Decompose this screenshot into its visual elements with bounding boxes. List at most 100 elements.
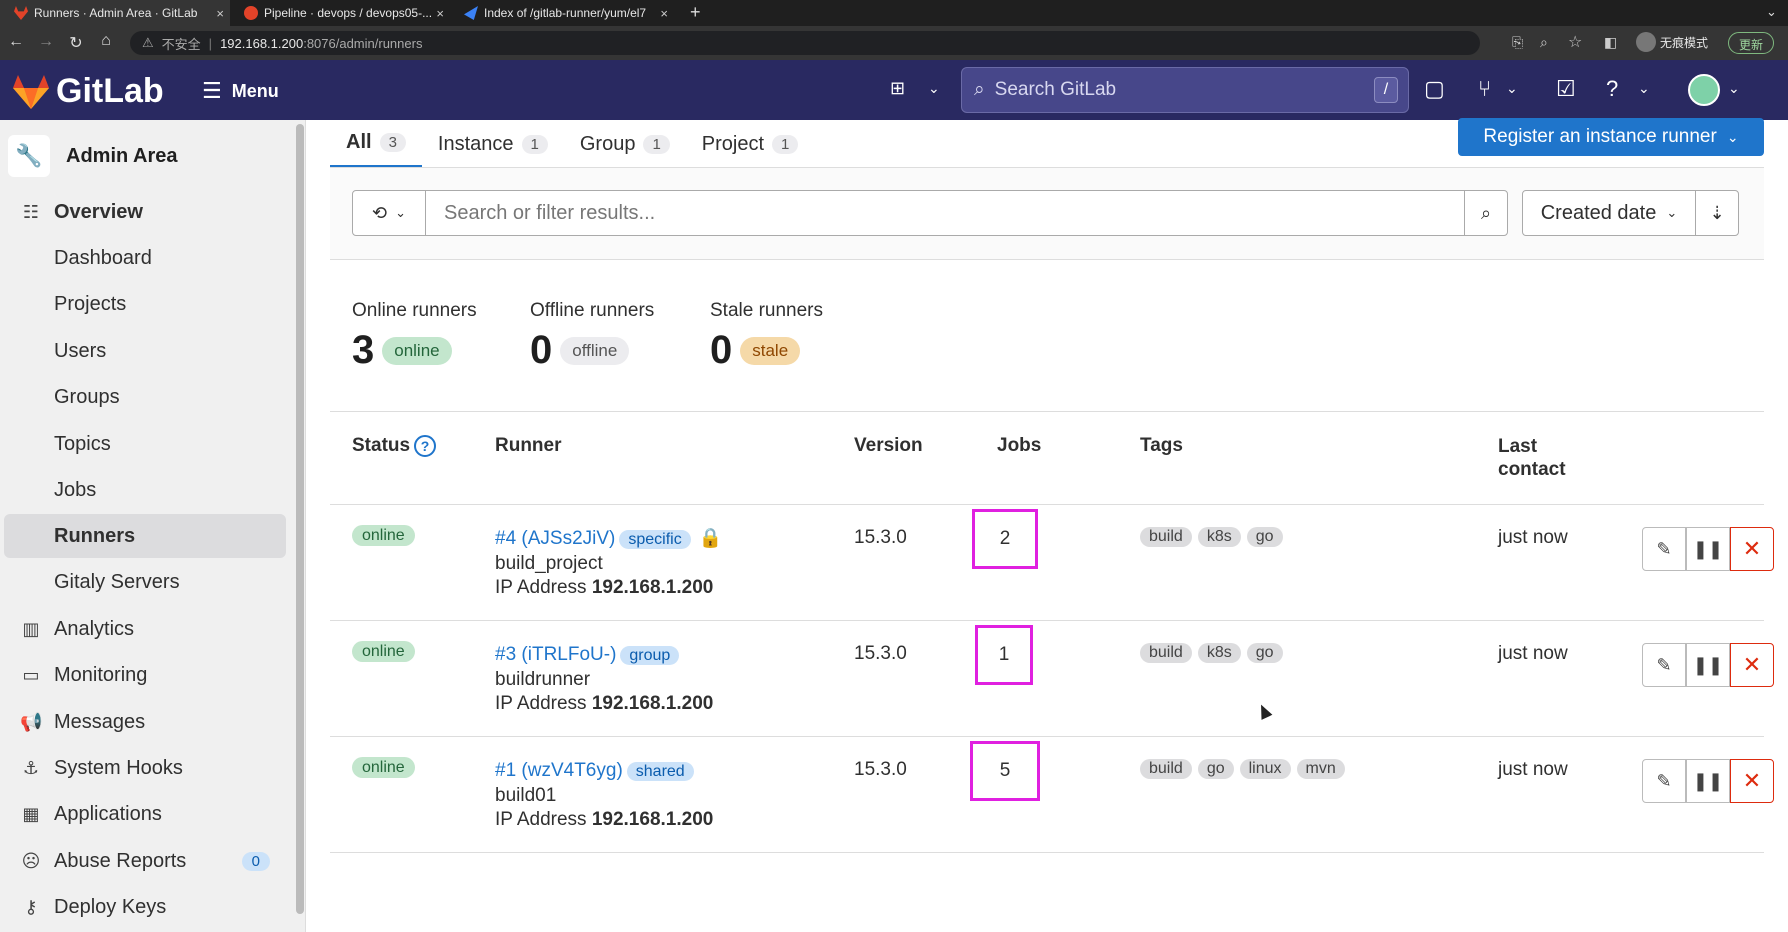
pause-button[interactable]: ❚❚: [1686, 759, 1730, 803]
avatar[interactable]: [1688, 74, 1720, 106]
close-tab-icon[interactable]: ×: [216, 6, 224, 21]
merge-requests-icon[interactable]: ⑂: [1478, 76, 1491, 102]
zoom-icon[interactable]: ⌕: [1540, 34, 1548, 51]
translate-icon[interactable]: ⎘: [1512, 34, 1523, 51]
tab-instance[interactable]: Instance 1: [422, 120, 564, 168]
issues-icon[interactable]: ▢: [1424, 76, 1445, 102]
tab-all[interactable]: All 3: [330, 120, 422, 168]
chevron-down-icon[interactable]: ⌄: [928, 80, 940, 97]
sidebar-item-users[interactable]: Users: [4, 329, 286, 373]
sidebar-item-abuse-reports[interactable]: ☹ Abuse Reports 0: [4, 839, 286, 883]
pause-button[interactable]: ❚❚: [1686, 527, 1730, 571]
todos-icon[interactable]: ☑: [1556, 76, 1576, 102]
forward-icon[interactable]: →: [34, 33, 58, 51]
sidebar-item-runners[interactable]: Runners: [4, 514, 286, 558]
menu-button[interactable]: ☰ Menu: [202, 78, 279, 104]
runner-type-badge: group: [620, 646, 680, 665]
stat-value: 0: [530, 328, 553, 372]
url-field[interactable]: ⚠ 不安全 | 192.168.1.200:8076/admin/runners: [130, 31, 1480, 55]
new-tab-icon[interactable]: +: [690, 2, 701, 23]
recent-searches-button[interactable]: ⟲ ⌄: [352, 190, 426, 236]
last-contact: just now: [1498, 527, 1568, 548]
header-label: Status: [352, 435, 411, 457]
chevron-down-icon[interactable]: ⌄: [1506, 80, 1518, 97]
chevron-down-icon[interactable]: ⌄: [1638, 80, 1650, 97]
reload-icon[interactable]: ↻: [64, 33, 88, 53]
sort-field-dropdown[interactable]: Created date ⌄: [1522, 190, 1696, 236]
ip-value: 192.168.1.200: [591, 809, 714, 830]
chevron-down-icon: ⌄: [1666, 205, 1678, 220]
sidebar-scrollbar[interactable]: [296, 124, 304, 914]
sort-direction-button[interactable]: ⇣: [1695, 190, 1739, 236]
browser-tab-index[interactable]: Index of /gitlab-runner/yum/el7 ×: [450, 0, 674, 26]
last-contact: just now: [1498, 759, 1568, 780]
header-label: contact: [1498, 459, 1566, 480]
browser-tab-runners[interactable]: Runners · Admin Area · GitLab ×: [0, 0, 230, 26]
sidebar-item-gitaly-servers[interactable]: Gitaly Servers: [4, 560, 286, 604]
sidebar-item-overview[interactable]: ☷ Overview: [4, 190, 286, 234]
bullhorn-icon: 📢: [20, 711, 43, 732]
tab-label: Group: [579, 132, 636, 155]
tag-badge: build: [1140, 759, 1192, 779]
sidebar-item-system-hooks[interactable]: ⚓ System Hooks: [4, 746, 286, 790]
ip-value: 192.168.1.200: [591, 577, 714, 598]
sidebar-item-dashboard[interactable]: Dashboard: [4, 236, 286, 280]
runner-link[interactable]: #3 (iTRLFoU-): [495, 644, 616, 665]
filter-search-button[interactable]: ⌕: [1464, 190, 1508, 236]
filter-input[interactable]: Search or filter results...: [425, 190, 1465, 236]
sidebar-item-topics[interactable]: Topics: [4, 422, 286, 466]
sidebar-item-messages[interactable]: 📢 Messages: [4, 700, 286, 744]
edit-button[interactable]: ✎: [1642, 643, 1686, 687]
delete-button[interactable]: ✕: [1730, 527, 1774, 571]
create-new-icon[interactable]: ⊞: [890, 78, 905, 99]
search-input[interactable]: ⌕ Search GitLab /: [961, 67, 1409, 113]
tab-list-chevron-icon[interactable]: ⌄: [1766, 4, 1777, 20]
table-row: online #4 (AJSs2JiV) specific 🔒 build_proj…: [330, 505, 1774, 621]
filter-placeholder: Search or filter results...: [444, 201, 656, 224]
sidebar-toggle-icon[interactable]: ◧: [1604, 34, 1617, 51]
status-badge: online: [352, 757, 415, 778]
status-badge: offline: [560, 336, 630, 365]
sidebar-item-applications[interactable]: ▦ Applications: [4, 792, 286, 836]
sidebar-item-groups[interactable]: Groups: [4, 375, 286, 419]
browser-tab-pipeline[interactable]: Pipeline · devops / devops05-... ×: [230, 0, 450, 26]
tag-list: build k8s go: [1140, 643, 1283, 663]
update-button[interactable]: 更新: [1728, 32, 1775, 54]
edit-button[interactable]: ✎: [1642, 527, 1686, 571]
home-icon[interactable]: ⌂: [94, 32, 118, 50]
tab-project[interactable]: Project 1: [686, 120, 815, 168]
close-tab-icon[interactable]: ×: [436, 6, 444, 21]
back-icon[interactable]: ←: [4, 33, 28, 51]
slight-frown-icon: ☹: [21, 850, 41, 871]
help-icon[interactable]: ?: [1606, 76, 1618, 102]
close-tab-icon[interactable]: ×: [660, 6, 668, 21]
pause-button[interactable]: ❚❚: [1686, 643, 1730, 687]
sidebar-item-deploy-keys[interactable]: ⚷ Deploy Keys: [4, 885, 286, 929]
runner-link[interactable]: #1 (wzV4T6yg): [495, 760, 623, 781]
stat-value: 3: [352, 328, 375, 372]
bookmark-star-icon[interactable]: ☆: [1568, 32, 1582, 52]
edit-button[interactable]: ✎: [1642, 759, 1686, 803]
help-icon[interactable]: ?: [414, 435, 437, 457]
warning-icon: ⚠: [142, 35, 154, 50]
chevron-down-icon: ⌄: [1726, 128, 1739, 145]
delete-button[interactable]: ✕: [1730, 759, 1774, 803]
sidebar-item-projects[interactable]: Projects: [4, 282, 286, 326]
gitlab-logo[interactable]: GitLab: [12, 72, 164, 111]
tab-group[interactable]: Group 1: [564, 120, 686, 168]
tag-list: build go linux mvn: [1140, 759, 1345, 779]
runner-cell: #4 (AJSs2JiV) specific 🔒 build_project IP …: [495, 527, 722, 600]
tag-badge: k8s: [1197, 643, 1241, 663]
chevron-down-icon[interactable]: ⌄: [1728, 80, 1740, 97]
tab-count: 1: [772, 134, 799, 154]
register-instance-runner-button[interactable]: Register an instance runner ⌄: [1458, 118, 1764, 156]
sidebar-item-jobs[interactable]: Jobs: [4, 468, 286, 512]
sidebar-item-analytics[interactable]: ▥ Analytics: [4, 607, 286, 651]
tab-count: 1: [521, 134, 548, 154]
runner-link[interactable]: #4 (AJSs2JiV): [495, 528, 615, 549]
sidebar-header[interactable]: 🔧 Admin Area: [8, 132, 288, 180]
sort-lowest-icon: ⇣: [1709, 202, 1725, 223]
delete-button[interactable]: ✕: [1730, 643, 1774, 687]
offline-runners-stat: Offline runners 0 offline: [530, 300, 654, 373]
sidebar-item-monitoring[interactable]: ▭ Monitoring: [4, 653, 286, 697]
